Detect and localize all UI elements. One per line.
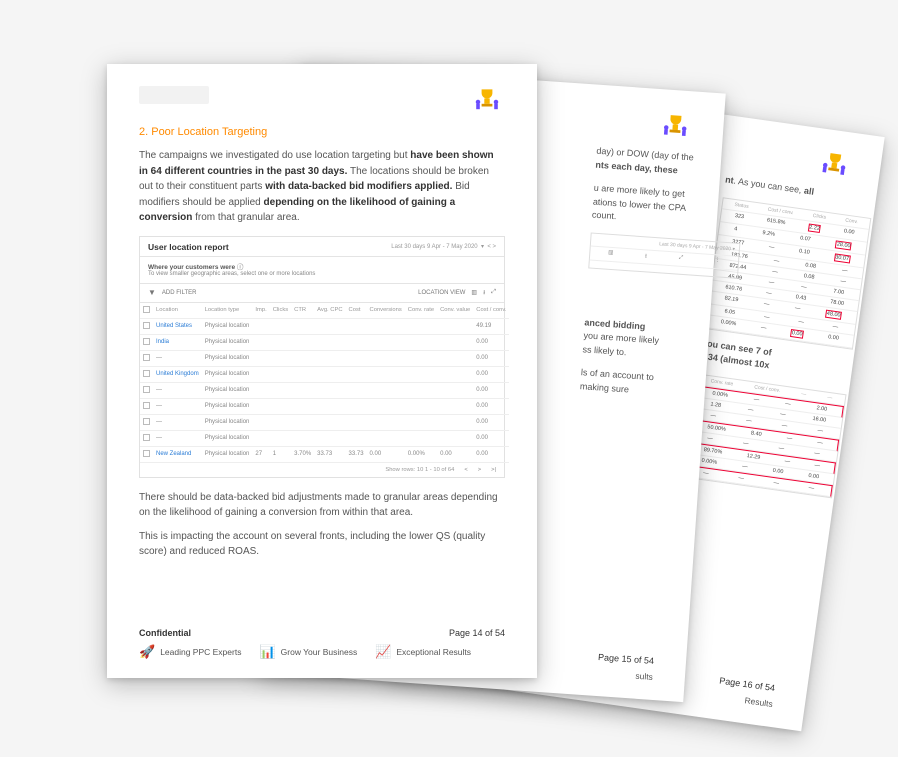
add-filter-label: ADD FILTER bbox=[162, 290, 197, 296]
checkbox-icon bbox=[143, 386, 150, 393]
report-pager: Show rows: 10 1 - 10 of 64 < > >| bbox=[140, 463, 504, 477]
footer-tag-experts: 🚀Leading PPC Experts bbox=[139, 644, 241, 660]
download-icon: ⭳ bbox=[483, 288, 485, 298]
table-row: United KingdomPhysical location0.00 bbox=[140, 366, 509, 382]
confidential-label: Confidential bbox=[139, 628, 191, 638]
pager-next-icon: > bbox=[478, 467, 481, 473]
body-paragraph: The campaigns we investigated do use loc… bbox=[139, 148, 505, 226]
expand-icon: ⤢ bbox=[678, 254, 683, 263]
table-row: —Physical location0.00 bbox=[140, 350, 509, 366]
checkbox-icon bbox=[143, 402, 150, 409]
more-icon: ⋮ bbox=[714, 257, 720, 266]
checkbox-icon bbox=[143, 418, 150, 425]
report-date-range: Last 30 days 9 Apr - 7 May 2020 ▾ < > bbox=[391, 243, 496, 250]
footer-tag-results: 📈Exceptional Results bbox=[375, 644, 471, 660]
checkbox-icon bbox=[143, 434, 150, 441]
checkbox-icon bbox=[143, 370, 150, 377]
report-subheader: Where your customers were ⓘ To view smal… bbox=[140, 257, 504, 284]
expand-icon: ⤢ bbox=[491, 289, 496, 296]
pager-last-icon: >| bbox=[491, 467, 496, 473]
checkbox-icon bbox=[143, 354, 150, 361]
checkbox-icon bbox=[143, 450, 150, 457]
location-report-table: Location Location type Imp. Clicks CTR A… bbox=[140, 303, 509, 463]
columns-icon: ▥ bbox=[471, 289, 477, 296]
section-title: 2. Poor Location Targeting bbox=[139, 126, 505, 138]
location-report-panel: User location report Last 30 days 9 Apr … bbox=[139, 236, 505, 478]
page-footer: Confidential Page 14 of 54 🚀Leading PPC … bbox=[139, 628, 505, 660]
results-icon: 📈 bbox=[375, 644, 391, 660]
download-icon: ⭳ bbox=[645, 252, 648, 261]
location-view-label: LOCATION VIEW bbox=[418, 290, 465, 296]
report-header: User location report Last 30 days 9 Apr … bbox=[140, 237, 504, 257]
report-filter-bar: ▼ ADD FILTER LOCATION VIEW ▥ ⭳ ⤢ bbox=[140, 284, 504, 303]
mini-report-header: Last 30 days 9 Apr - 7 May 2020 ▾ ▥ ⭳ ⤢ … bbox=[588, 232, 740, 278]
trophy-logo-icon bbox=[656, 111, 694, 145]
body-paragraph: This is impacting the account on several… bbox=[139, 529, 505, 560]
footer-tag-grow: 📊Grow Your Business bbox=[259, 644, 357, 660]
table-row: —Physical location0.00 bbox=[140, 382, 509, 398]
table-row: —Physical location0.00 bbox=[140, 414, 509, 430]
bar-chart-icon: 📊 bbox=[259, 644, 275, 660]
table-row: IndiaPhysical location0.00 bbox=[140, 334, 509, 350]
report-title: User location report bbox=[148, 242, 229, 252]
brand-logo-placeholder bbox=[139, 86, 209, 104]
checkbox-icon bbox=[143, 338, 150, 345]
trophy-logo-icon bbox=[814, 148, 854, 185]
footer-tag: Results bbox=[744, 695, 773, 709]
page-header bbox=[139, 86, 505, 118]
table-row: New ZealandPhysical location2713.70%33.7… bbox=[140, 446, 509, 462]
table-row: —Physical location0.00 bbox=[140, 398, 509, 414]
pager-prev-icon: < bbox=[464, 467, 467, 473]
columns-icon: ▥ bbox=[608, 249, 614, 258]
page-number: Page 14 of 54 bbox=[449, 628, 505, 638]
checkbox-icon bbox=[143, 322, 150, 329]
text-fragment: ls of an account tomaking sure bbox=[580, 366, 732, 403]
table-row: United StatesPhysical location49.19 bbox=[140, 318, 509, 334]
table-row: —Physical location0.00 bbox=[140, 430, 509, 446]
document-page-14: 2. Poor Location Targeting The campaigns… bbox=[107, 64, 537, 678]
filter-icon: ▼ bbox=[148, 288, 156, 297]
checkbox-icon bbox=[143, 306, 150, 313]
trophy-logo-icon bbox=[469, 86, 505, 118]
rocket-icon: 🚀 bbox=[139, 644, 155, 660]
footer-tag: sults bbox=[635, 671, 653, 682]
body-paragraph: There should be data-backed bid adjustme… bbox=[139, 490, 505, 521]
text-fragment: u are more likely to getations to lower … bbox=[591, 182, 743, 233]
